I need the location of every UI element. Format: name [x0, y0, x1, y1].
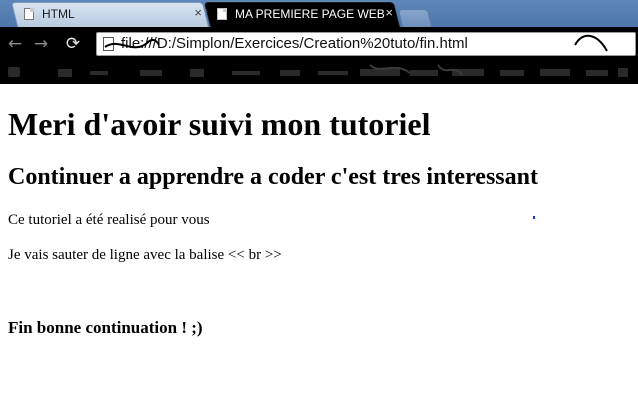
tab-title: HTML — [42, 7, 75, 21]
page-icon — [24, 8, 34, 20]
tab-title: MA PREMIERE PAGE WEB — [235, 7, 385, 21]
page-title: Meri d'avoir suivi mon tutoriel — [8, 106, 431, 142]
toolbar: ← → ⟳ file:///D:/Simplon/Exercices/Creat… — [0, 27, 638, 61]
paragraph: Ce tutoriel a été realisé pour vous — [8, 212, 210, 228]
subtitle: Continuer a apprendre a coder c'est tres… — [8, 164, 538, 190]
tab-ma-premiere-page-web[interactable]: MA PREMIERE PAGE WEB × — [203, 2, 401, 27]
close-icon[interactable]: × — [194, 5, 202, 21]
tab-html[interactable]: HTML × — [10, 2, 210, 27]
bookmarks-scribble — [8, 64, 628, 77]
cursor-mark — [533, 216, 535, 219]
tab-strip: HTML × MA PREMIERE PAGE WEB × — [0, 0, 638, 27]
address-bar[interactable]: file:///D:/Simplon/Exercices/Creation%20… — [96, 32, 636, 56]
bookmarks-bar — [0, 61, 638, 84]
paragraph: Je vais sauter de ligne avec la balise <… — [8, 247, 282, 263]
forward-arrow-icon[interactable]: → — [30, 34, 52, 54]
url-text: file:///D:/Simplon/Exercices/Creation%20… — [121, 35, 468, 52]
reload-icon[interactable]: ⟳ — [62, 34, 84, 54]
back-arrow-icon[interactable]: ← — [4, 34, 26, 54]
page-icon — [103, 37, 114, 51]
new-tab-button[interactable] — [397, 2, 433, 27]
closing-heading: Fin bonne continuation ! ;) — [8, 318, 203, 337]
close-icon[interactable]: × — [385, 5, 393, 21]
page-icon — [217, 8, 227, 20]
